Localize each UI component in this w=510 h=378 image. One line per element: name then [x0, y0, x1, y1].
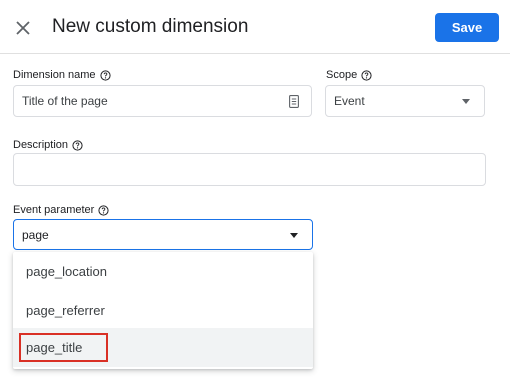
event-parameter-dropdown: page_location page_referrer page_title	[13, 252, 313, 369]
dimension-name-value: Title of the page	[22, 94, 108, 108]
description-label-text: Description	[13, 139, 69, 151]
scope-value: Event	[334, 94, 365, 108]
description-label: Description	[13, 138, 83, 152]
save-button[interactable]: Save	[435, 13, 499, 42]
event-parameter-label-text: Event parameter	[13, 204, 95, 216]
close-button[interactable]	[10, 15, 36, 41]
event-parameter-value: page	[22, 227, 49, 242]
help-icon[interactable]	[98, 204, 109, 216]
option-page-title[interactable]: page_title	[13, 328, 313, 367]
description-field[interactable]	[13, 153, 486, 186]
option-label: page_title	[26, 340, 83, 355]
help-icon[interactable]	[72, 139, 83, 151]
dimension-name-field[interactable]: Title of the page	[13, 85, 312, 117]
event-parameter-label: Event parameter	[13, 203, 109, 217]
option-label: page_referrer	[26, 303, 105, 318]
document-icon	[289, 95, 299, 108]
scope-select[interactable]: Event	[325, 85, 485, 117]
scope-label: Scope	[326, 68, 372, 82]
dimension-name-label-text: Dimension name	[13, 69, 96, 81]
dialog-title: New custom dimension	[52, 16, 249, 37]
chevron-down-icon	[462, 99, 470, 104]
event-parameter-input[interactable]: page	[13, 219, 313, 250]
option-page-referrer[interactable]: page_referrer	[13, 291, 313, 330]
help-icon[interactable]	[361, 69, 372, 81]
help-icon[interactable]	[99, 69, 111, 81]
close-icon	[16, 21, 30, 35]
dimension-name-label: Dimension name	[13, 68, 111, 82]
dialog-header: New custom dimension Save	[0, 0, 510, 54]
scope-label-text: Scope	[326, 69, 358, 81]
option-page-location[interactable]: page_location	[13, 252, 313, 291]
option-label: page_location	[26, 264, 107, 279]
chevron-down-icon[interactable]	[290, 232, 298, 238]
